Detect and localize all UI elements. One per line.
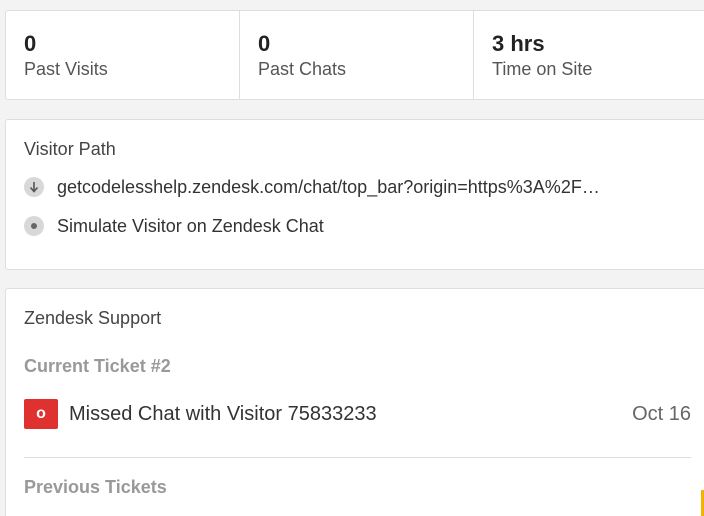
- path-item[interactable]: Simulate Visitor on Zendesk Chat: [24, 213, 704, 239]
- path-item[interactable]: getcodelesshelp.zendesk.com/chat/top_bar…: [24, 174, 704, 200]
- stat-past-chats: 0 Past Chats: [240, 11, 474, 99]
- support-title: Zendesk Support: [24, 308, 162, 328]
- ticket-subject-link[interactable]: Missed Chat with Visitor 75833233: [69, 403, 632, 426]
- stat-value: 3 hrs: [492, 31, 545, 56]
- dot-icon: [24, 216, 44, 236]
- stat-past-visits: 0 Past Visits: [6, 11, 240, 99]
- stat-label: Past Visits: [24, 59, 108, 79]
- current-ticket-label: Current Ticket #2: [24, 356, 171, 376]
- stat-value: 0: [258, 31, 271, 56]
- path-item-title: Simulate Visitor on Zendesk Chat: [57, 215, 324, 236]
- divider: [24, 457, 691, 458]
- zendesk-support-panel: Zendesk Support Current Ticket #2 o Miss…: [5, 288, 704, 516]
- visitor-stats-panel: 0 Past Visits 0 Past Chats 3 hrs Time on…: [5, 10, 704, 100]
- stat-label: Past Chats: [258, 59, 347, 79]
- ticket-status-badge: o: [24, 399, 58, 429]
- ticket-row[interactable]: o Missed Chat with Visitor 75833233 Oct …: [24, 399, 704, 429]
- ticket-date: Oct 16: [632, 402, 691, 425]
- previous-tickets-label: Previous Tickets: [24, 477, 167, 497]
- visitor-path-panel: Visitor Path getcodelesshelp.zendesk.com…: [5, 119, 704, 270]
- download-arrow-icon: [24, 177, 44, 197]
- stat-value: 0: [24, 31, 37, 56]
- stat-time-on-site: 3 hrs Time on Site: [474, 11, 704, 99]
- visitor-path-title: Visitor Path: [24, 139, 116, 159]
- path-item-url: getcodelesshelp.zendesk.com/chat/top_bar…: [57, 176, 600, 197]
- stat-label: Time on Site: [492, 59, 593, 79]
